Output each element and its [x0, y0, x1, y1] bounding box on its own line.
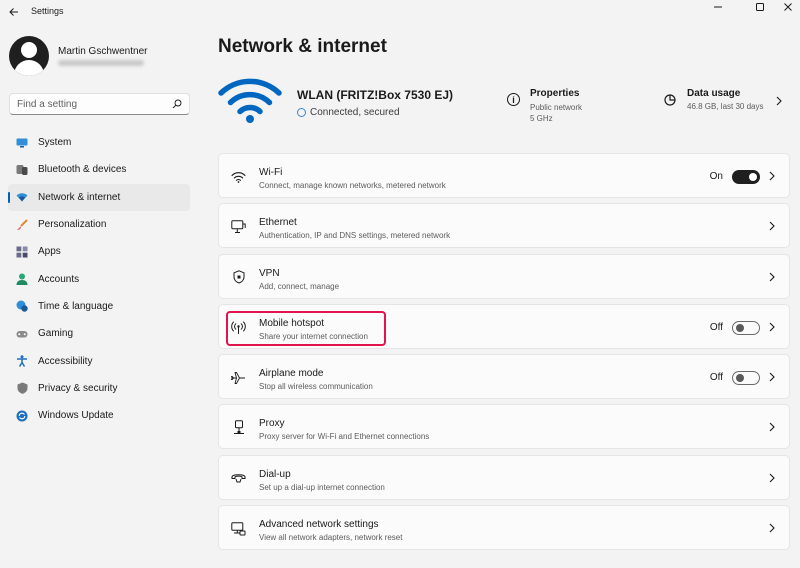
avatar[interactable] [9, 36, 49, 76]
app-title: Settings [31, 6, 64, 16]
hotspot-toggle[interactable] [732, 320, 760, 335]
globe-icon [297, 108, 306, 117]
card-title: Ethernet [259, 217, 297, 229]
card-title: Wi-Fi [259, 167, 283, 178]
sidebar-item-time-language[interactable]: Time & language [8, 293, 190, 320]
wifi-connected-icon [218, 78, 282, 123]
card-title: VPN [259, 267, 280, 279]
dial-up-card[interactable]: Dial-up Set up a dial-up internet connec… [218, 454, 790, 500]
sidebar-item-personalization[interactable]: Personalization [8, 211, 190, 238]
network-adapter-icon [231, 521, 246, 536]
update-icon [16, 410, 28, 422]
sidebar-item-privacy[interactable]: Privacy & security [8, 375, 190, 402]
card-subtitle: Proxy server for Wi-Fi and Ethernet conn… [259, 432, 430, 442]
chevron-right-icon [769, 423, 775, 432]
chevron-right-icon [769, 221, 775, 231]
chevron-right-icon[interactable] [774, 95, 784, 107]
network-name: WLAN (FRITZ!Box 7530 EJ) [297, 88, 454, 102]
ethernet-card[interactable]: Ethernet Authentication, IP and DNS sett… [218, 203, 790, 249]
sidebar-item-system[interactable]: System [8, 129, 190, 156]
page-title: Network & internet [218, 36, 387, 57]
data-usage-detail: 46.8 GB, last 30 days [687, 102, 764, 111]
properties-network-type: Public network [530, 103, 583, 112]
card-subtitle: View all network adapters, network reset [259, 533, 403, 543]
search-placeholder: Find a setting [17, 99, 78, 110]
chevron-right-icon [769, 171, 775, 181]
sidebar-nav: System Bluetooth & devices Network & int… [8, 129, 190, 429]
chevron-right-icon [769, 322, 775, 332]
wifi-diamond-icon [16, 191, 28, 203]
settings-list: Wi-Fi Connect, manage known networks, me… [218, 153, 790, 555]
proxy-card[interactable]: Proxy Proxy server for Wi-Fi and Etherne… [218, 404, 790, 450]
card-subtitle: Stop all wireless communication [259, 382, 373, 392]
info-icon: i [507, 93, 520, 106]
network-status: Connected, secured [297, 107, 400, 118]
wifi-card[interactable]: Wi-Fi Connect, manage known networks, me… [218, 153, 790, 198]
user-email-redacted [58, 60, 144, 66]
card-title: Airplane mode [259, 368, 324, 380]
proxy-icon [231, 420, 246, 435]
minimize-icon [714, 6, 722, 8]
back-button[interactable] [6, 4, 22, 20]
data-usage-title: Data usage [687, 88, 741, 99]
card-subtitle: Authentication, IP and DNS settings, met… [259, 231, 451, 241]
mobile-hotspot-card[interactable]: Mobile hotspot Share your internet conne… [218, 303, 790, 349]
close-button[interactable] [772, 0, 800, 14]
brush-icon [16, 218, 28, 231]
apps-icon [16, 246, 28, 258]
chevron-right-icon [769, 372, 775, 382]
search-icon [172, 99, 182, 109]
wifi-toggle[interactable] [732, 170, 760, 184]
search-input[interactable]: Find a setting [9, 93, 190, 115]
airplane-mode-card[interactable]: Airplane mode Stop all wireless communic… [218, 354, 790, 400]
hotspot-icon [231, 320, 246, 335]
close-icon [784, 3, 792, 11]
bluetooth-icon [16, 164, 28, 176]
sidebar-item-apps[interactable]: Apps [8, 238, 190, 265]
gamepad-icon [16, 328, 28, 340]
airplane-toggle-label: Off [709, 372, 723, 384]
accessibility-icon [16, 355, 28, 367]
vpn-shield-icon [231, 270, 246, 285]
card-subtitle: Share your internet connection [259, 331, 368, 341]
airplane-icon [231, 370, 246, 385]
minimize-button[interactable] [702, 0, 734, 14]
airplane-mode-toggle[interactable] [732, 371, 760, 386]
chevron-right-icon [769, 523, 775, 533]
arrow-left-icon [9, 8, 18, 16]
sidebar-item-windows-update[interactable]: Windows Update [8, 402, 190, 429]
sidebar-item-accounts[interactable]: Accounts [8, 265, 190, 292]
title-bar: Settings [0, 0, 800, 24]
wifi-toggle-label: On [709, 171, 723, 182]
wifi-icon [231, 169, 246, 184]
card-title: Mobile hotspot [259, 317, 325, 329]
sidebar-item-gaming[interactable]: Gaming [8, 320, 190, 347]
card-title: Proxy [259, 418, 285, 430]
ethernet-icon [231, 219, 246, 234]
sidebar-item-accessibility[interactable]: Accessibility [8, 347, 190, 374]
maximize-icon [756, 3, 764, 11]
hotspot-toggle-label: Off [709, 321, 723, 333]
properties-band: 5 GHz [530, 114, 553, 123]
properties-title: Properties [530, 88, 580, 99]
network-status-text: Connected, secured [310, 107, 400, 118]
data-usage-icon [664, 94, 676, 106]
card-subtitle: Add, connect, manage [259, 281, 340, 291]
globe-clock-icon [16, 300, 28, 313]
dialup-icon [231, 471, 246, 486]
advanced-network-settings-card[interactable]: Advanced network settings View all netwo… [218, 505, 790, 551]
card-subtitle: Connect, manage known networks, metered … [259, 181, 446, 190]
card-title: Dial-up [259, 468, 291, 480]
person-icon [16, 273, 28, 286]
monitor-icon [16, 137, 28, 149]
chevron-right-icon [769, 473, 775, 483]
card-title: Advanced network settings [259, 519, 379, 531]
vpn-card[interactable]: VPN Add, connect, manage [218, 253, 790, 299]
user-name: Martin Gschwentner [58, 46, 148, 57]
chevron-right-icon [769, 272, 775, 281]
shield-icon [16, 382, 28, 395]
sidebar-item-bluetooth[interactable]: Bluetooth & devices [8, 156, 190, 183]
sidebar-item-network[interactable]: Network & internet [8, 183, 190, 211]
card-subtitle: Set up a dial-up internet connection [259, 482, 385, 492]
